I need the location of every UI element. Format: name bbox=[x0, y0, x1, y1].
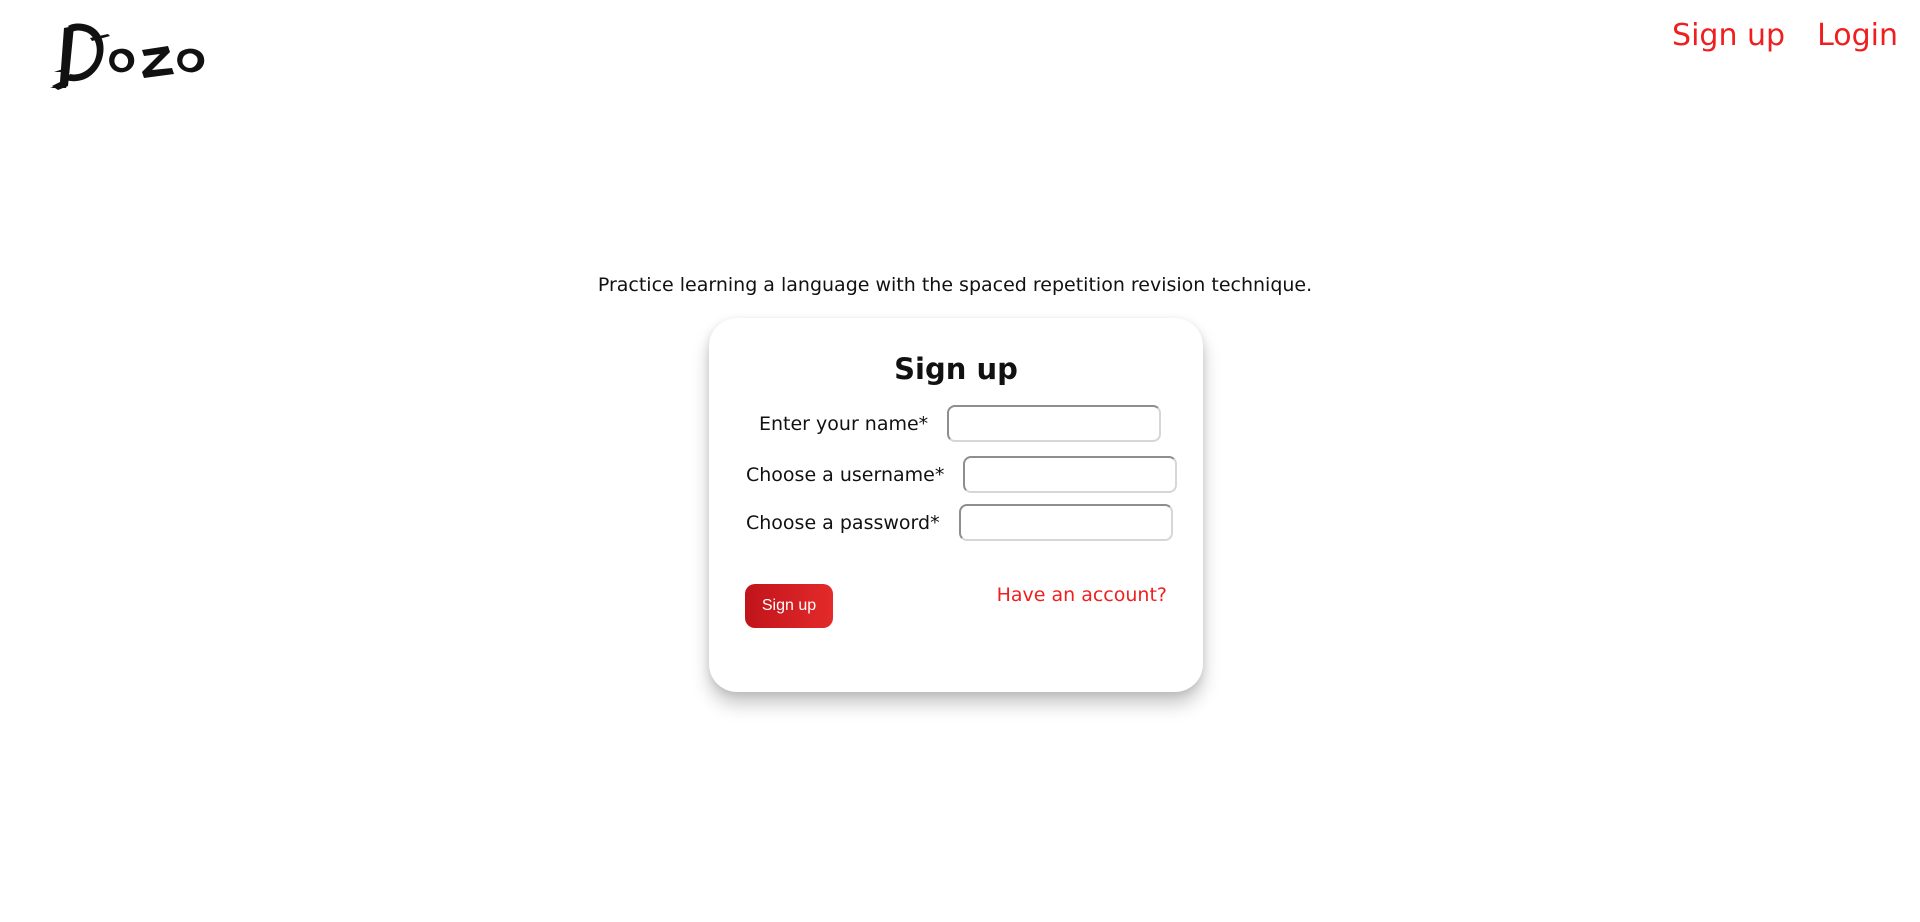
password-label: Choose a password* bbox=[746, 511, 940, 534]
password-input[interactable] bbox=[958, 504, 1173, 541]
username-label: Choose a username* bbox=[746, 463, 945, 486]
password-field-row: Choose a password* bbox=[746, 504, 1173, 541]
username-input[interactable] bbox=[963, 456, 1178, 493]
signup-submit-button[interactable]: Sign up bbox=[745, 584, 833, 628]
username-field-row: Choose a username* bbox=[746, 456, 1178, 493]
top-nav: Sign up Login bbox=[1672, 18, 1898, 54]
signup-card: Sign up Enter your name* Choose a userna… bbox=[709, 318, 1203, 692]
have-account-link[interactable]: Have an account? bbox=[997, 584, 1167, 606]
dozo-logo[interactable] bbox=[50, 16, 210, 96]
tagline: Practice learning a language with the sp… bbox=[597, 274, 1313, 296]
signup-title: Sign up bbox=[894, 352, 1018, 386]
nav-login-link[interactable]: Login bbox=[1817, 18, 1898, 54]
nav-signup-link[interactable]: Sign up bbox=[1672, 18, 1785, 54]
name-label: Enter your name* bbox=[759, 412, 929, 435]
page: Sign up Login Practice learning a langua… bbox=[0, 0, 1920, 922]
name-input[interactable] bbox=[947, 405, 1162, 442]
name-field-row: Enter your name* bbox=[759, 405, 1162, 442]
dozo-logo-icon bbox=[50, 23, 205, 90]
